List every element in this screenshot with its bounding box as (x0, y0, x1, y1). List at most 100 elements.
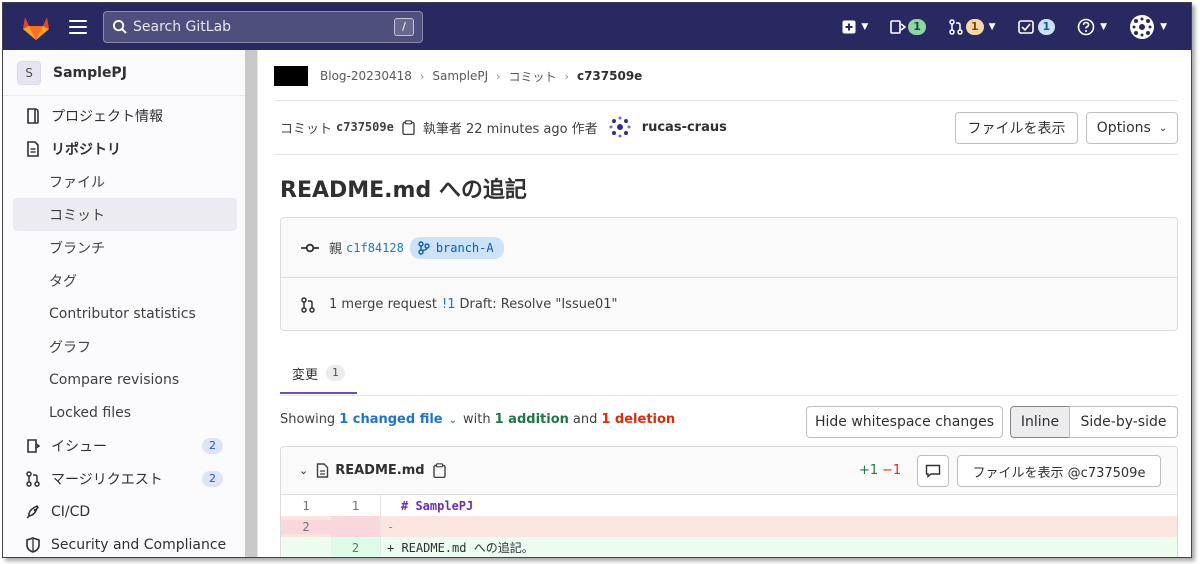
issues-icon (25, 438, 41, 454)
breadcrumb-item-current[interactable]: c737509e (577, 69, 642, 83)
branch-icon (418, 240, 430, 255)
divider (274, 154, 1178, 155)
sidebar-item-security-compliance[interactable]: Security and Compliance (3, 528, 245, 557)
sidebar-item-label: コミット (49, 207, 105, 224)
deletions-count: 1 deletion (601, 412, 676, 427)
sidebar-item-label: Locked files (49, 404, 131, 421)
sidebar-project-header[interactable]: S SamplePJ (3, 50, 245, 96)
diff-file-name[interactable]: README.md (335, 463, 424, 478)
help-dropdown[interactable]: ▼ (1077, 18, 1107, 36)
line-code: - (387, 519, 395, 534)
redacted-group-name (274, 66, 308, 86)
branch-name: branch-A (435, 240, 494, 255)
sidebar-item-branches[interactable]: ブランチ (3, 231, 245, 264)
changed-files-label: 1 changed file (339, 412, 443, 427)
chevron-down-icon: ▼ (861, 21, 869, 32)
commit-title: README.md への追記 (280, 178, 527, 203)
todo-button[interactable]: 1 (1017, 18, 1056, 35)
sidebar-item-commits[interactable]: コミット (13, 198, 237, 231)
new-line-number[interactable]: 2 (331, 537, 381, 557)
sidebar-scrollbar[interactable] (245, 50, 257, 557)
user-avatar-icon (1130, 14, 1155, 39)
sidebar-item-cicd[interactable]: CI/CD (3, 495, 245, 528)
top-navbar: / ▼ 1 1 ▼ 1 ▼ (3, 3, 1191, 50)
sidebar-item-label: グラフ (49, 339, 91, 356)
breadcrumb-item-project[interactable]: SamplePJ (432, 69, 488, 83)
sidebar-item-label: ファイル (49, 174, 105, 191)
sidebar-item-contributor-statistics[interactable]: Contributor statistics (3, 297, 245, 330)
file-deletions: −1 (882, 463, 902, 478)
tab-changes[interactable]: 変更 1 (280, 354, 358, 394)
sidebar-item-project-info[interactable]: プロジェクト情報 (3, 99, 245, 132)
merge-request-icon (301, 296, 315, 313)
comment-button[interactable] (917, 455, 949, 487)
copy-path-button[interactable] (432, 463, 446, 478)
sidebar-item-tags[interactable]: タグ (3, 264, 245, 297)
new-line-number[interactable] (331, 516, 381, 537)
side-by-side-button[interactable]: Side-by-side (1069, 406, 1178, 438)
search-icon (112, 19, 127, 34)
parent-label: 親 (329, 242, 343, 257)
inline-view-button[interactable]: Inline (1010, 406, 1070, 438)
options-label: Options (1096, 120, 1151, 136)
collapse-chevron-icon[interactable]: ⌄ (299, 464, 308, 477)
line-code: + README.md への追記。 (387, 541, 534, 555)
old-line-number[interactable]: 2 (281, 519, 331, 534)
new-line-number[interactable]: 1 (331, 495, 381, 516)
commit-icon (301, 243, 319, 252)
diff-line-added: 2 + README.md への追記。 (281, 537, 1177, 557)
user-menu[interactable]: ▼ (1129, 14, 1167, 40)
breadcrumb-item-commits[interactable]: コミット (509, 68, 557, 85)
sidebar-item-compare-revisions[interactable]: Compare revisions (3, 363, 245, 396)
sidebar-item-graph[interactable]: グラフ (3, 330, 245, 363)
breadcrumb-item-group[interactable]: Blog-20230418 (320, 69, 412, 83)
mr-count-text: 1 merge request (329, 297, 437, 312)
hide-whitespace-button[interactable]: Hide whitespace changes (806, 406, 1003, 438)
search-shortcut-hint: / (394, 17, 414, 36)
options-dropdown[interactable]: Options ⌄ (1086, 112, 1178, 144)
sidebar-item-label: プロジェクト情報 (51, 108, 163, 125)
help-icon (1077, 18, 1095, 35)
chevron-down-icon: ▼ (1100, 21, 1108, 32)
changed-files-dropdown[interactable]: 1 changed file ⌄ (339, 412, 457, 427)
gitlab-logo-icon[interactable] (19, 12, 53, 42)
sidebar-item-locked-files[interactable]: Locked files (3, 396, 245, 429)
search-input[interactable] (133, 18, 394, 35)
merge-request-icon (25, 470, 41, 487)
merge-requests-button[interactable]: 1 ▼ (948, 18, 996, 35)
sidebar-item-files[interactable]: ファイル (3, 165, 245, 198)
new-item-dropdown[interactable]: ▼ (842, 20, 868, 34)
issues-icon (890, 19, 907, 34)
mr-link[interactable]: !1 (442, 297, 455, 312)
sidebar-item-label: マージリクエスト (51, 471, 163, 488)
browse-files-button[interactable]: ファイルを表示 (955, 112, 1078, 144)
old-line-number[interactable]: 1 (281, 499, 331, 513)
menu-icon[interactable] (69, 19, 87, 34)
chevron-right-icon: › (564, 69, 569, 83)
commit-sha: c737509e (336, 120, 394, 134)
commit-label: コミット (280, 121, 333, 137)
sidebar-item-label: タグ (49, 273, 77, 290)
divider (280, 395, 1178, 396)
sidebar-item-repository[interactable]: リポジトリ (3, 132, 245, 165)
project-avatar: S (17, 60, 41, 85)
sidebar-item-issues[interactable]: イシュー 2 (3, 429, 245, 462)
diff-file-header: ⌄ README.md +1 −1 ファイルを表示 @c737509e (281, 447, 1177, 495)
summary-showing: Showing (280, 412, 336, 427)
parent-commit-link[interactable]: c1f84128 (346, 241, 404, 255)
copy-sha-button[interactable] (402, 119, 415, 135)
sidebar-nav: プロジェクト情報 リポジトリ ファイル コミット ブランチ タグ Contrib… (3, 99, 245, 557)
search-box[interactable]: / (103, 10, 423, 43)
sidebar-item-label: イシュー (51, 438, 107, 455)
merge-request-row: 1 merge request !1 Draft: Resolve "Issue… (281, 278, 1177, 331)
sidebar-item-label: CI/CD (51, 503, 91, 520)
issues-button[interactable]: 1 (890, 18, 926, 35)
author-avatar[interactable] (607, 115, 632, 139)
document-icon (25, 140, 41, 157)
project-info-icon (25, 107, 41, 124)
author-name[interactable]: rucas-craus (642, 120, 727, 135)
branch-badge[interactable]: branch-A (409, 236, 504, 259)
sidebar-item-merge-requests[interactable]: マージリクエスト 2 (3, 462, 245, 495)
app-window: / ▼ 1 1 ▼ 1 ▼ (2, 2, 1192, 558)
view-file-button[interactable]: ファイルを表示 @c737509e (957, 455, 1161, 487)
